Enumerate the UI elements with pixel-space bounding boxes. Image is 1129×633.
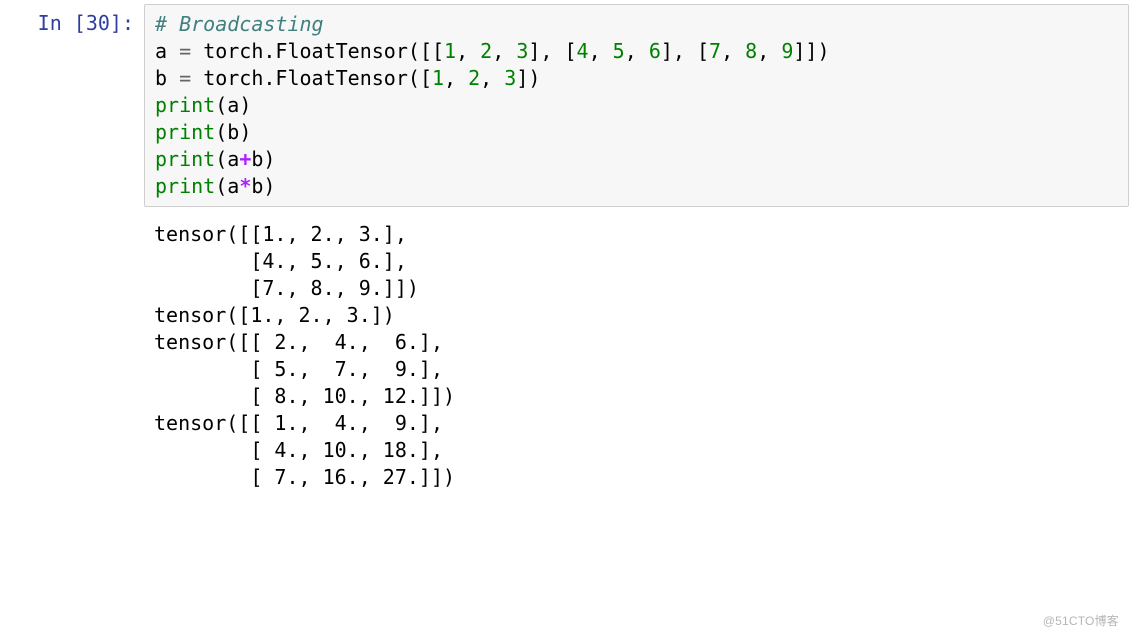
code-op-star: *	[239, 174, 251, 198]
code-num: 2	[468, 66, 480, 90]
code-var-b: b	[155, 66, 167, 90]
code-lparen: (	[215, 120, 227, 144]
code-rbracket: ]]	[793, 39, 817, 63]
code-bracket: ], [	[661, 39, 709, 63]
notebook-input-cell: In [30]: # Broadcasting a = torch.FloatT…	[0, 0, 1129, 209]
code-rparen: )	[239, 120, 251, 144]
code-arg-a: a	[227, 174, 239, 198]
code-call-torch-floattensor: torch.FloatTensor	[203, 39, 408, 63]
code-comment: # Broadcasting	[155, 12, 324, 36]
code-output-area: tensor([[1., 2., 3.], [4., 5., 6.], [7.,…	[144, 213, 1129, 495]
code-arg-a: a	[227, 93, 239, 117]
code-lbracket: [[	[420, 39, 444, 63]
code-print: print	[155, 93, 215, 117]
code-op-plus: +	[239, 147, 251, 171]
code-num: 6	[649, 39, 661, 63]
code-lparen: (	[408, 66, 420, 90]
code-print: print	[155, 147, 215, 171]
code-lbracket: [	[420, 66, 432, 90]
code-rparen: )	[263, 147, 275, 171]
code-num: 4	[577, 39, 589, 63]
code-num: 8	[745, 39, 757, 63]
code-call-torch-floattensor: torch.FloatTensor	[203, 66, 408, 90]
code-num: 2	[480, 39, 492, 63]
code-num: 1	[432, 66, 444, 90]
code-comma: ,	[444, 66, 468, 90]
code-arg-b: b	[251, 147, 263, 171]
code-rparen: )	[239, 93, 251, 117]
code-rparen: )	[263, 174, 275, 198]
code-lparen: (	[215, 147, 227, 171]
input-prompt: In [30]:	[0, 4, 144, 43]
code-comma: ,	[492, 39, 516, 63]
code-comma: ,	[625, 39, 649, 63]
code-lparen: (	[215, 174, 227, 198]
code-print: print	[155, 174, 215, 198]
code-comma: ,	[757, 39, 781, 63]
code-rbracket: ]	[516, 66, 528, 90]
code-num: 5	[613, 39, 625, 63]
code-assign: =	[179, 39, 191, 63]
code-num: 1	[444, 39, 456, 63]
code-comma: ,	[721, 39, 745, 63]
code-print: print	[155, 120, 215, 144]
code-input-area[interactable]: # Broadcasting a = torch.FloatTensor([[1…	[144, 4, 1129, 207]
code-arg-b: b	[227, 120, 239, 144]
code-num: 9	[781, 39, 793, 63]
code-var-a: a	[155, 39, 167, 63]
code-arg-b: b	[251, 174, 263, 198]
code-num: 3	[516, 39, 528, 63]
prompt-label: In [30]:	[38, 11, 134, 35]
notebook-output-cell: tensor([[1., 2., 3.], [4., 5., 6.], [7.,…	[0, 209, 1129, 497]
code-comma: ,	[456, 39, 480, 63]
code-rparen: )	[817, 39, 829, 63]
watermark-text: @51CTO博客	[1043, 613, 1119, 629]
code-lparen: (	[408, 39, 420, 63]
code-assign: =	[179, 66, 191, 90]
output-prompt-spacer	[0, 213, 144, 225]
code-comma: ,	[480, 66, 504, 90]
code-bracket: ], [	[528, 39, 576, 63]
code-lparen: (	[215, 93, 227, 117]
code-num: 3	[504, 66, 516, 90]
code-rparen: )	[528, 66, 540, 90]
code-arg-a: a	[227, 147, 239, 171]
code-comma: ,	[589, 39, 613, 63]
code-num: 7	[709, 39, 721, 63]
